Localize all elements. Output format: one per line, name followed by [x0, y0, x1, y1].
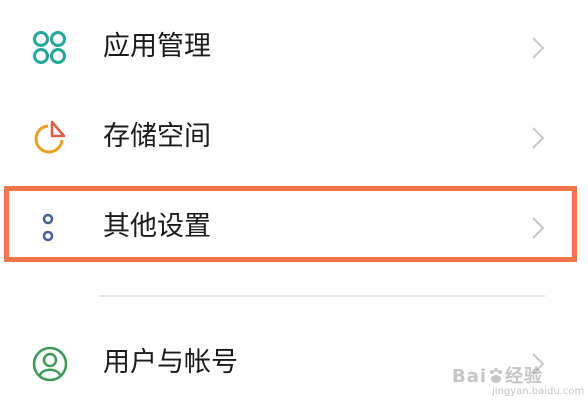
settings-item-label: 其他设置: [103, 211, 211, 242]
chevron-right-icon: [530, 215, 546, 241]
baidu-paw-icon: [487, 367, 505, 385]
watermark-brand-prefix: Bai: [452, 366, 488, 387]
apps-grid-icon: [31, 29, 69, 67]
baidu-watermark: Bai 经验 jingyan.baidu.com: [452, 362, 584, 397]
watermark-brand-suffix: 经验: [505, 366, 544, 387]
settings-item-other-settings[interactable]: 其他设置: [0, 182, 588, 272]
user-account-icon: [31, 345, 69, 383]
section-divider: [99, 295, 545, 297]
more-dots-icon: [31, 209, 69, 247]
watermark-url: jingyan.baidu.com: [492, 386, 585, 397]
storage-pie-icon: [31, 119, 69, 157]
chevron-right-icon: [530, 35, 546, 61]
settings-item-label: 应用管理: [103, 31, 211, 62]
chevron-right-icon: [530, 125, 546, 151]
settings-item-label: 用户与帐号: [103, 347, 238, 378]
settings-item-app-management[interactable]: 应用管理: [0, 2, 588, 92]
settings-item-label: 存储空间: [103, 121, 211, 152]
settings-item-storage[interactable]: 存储空间: [0, 92, 588, 182]
